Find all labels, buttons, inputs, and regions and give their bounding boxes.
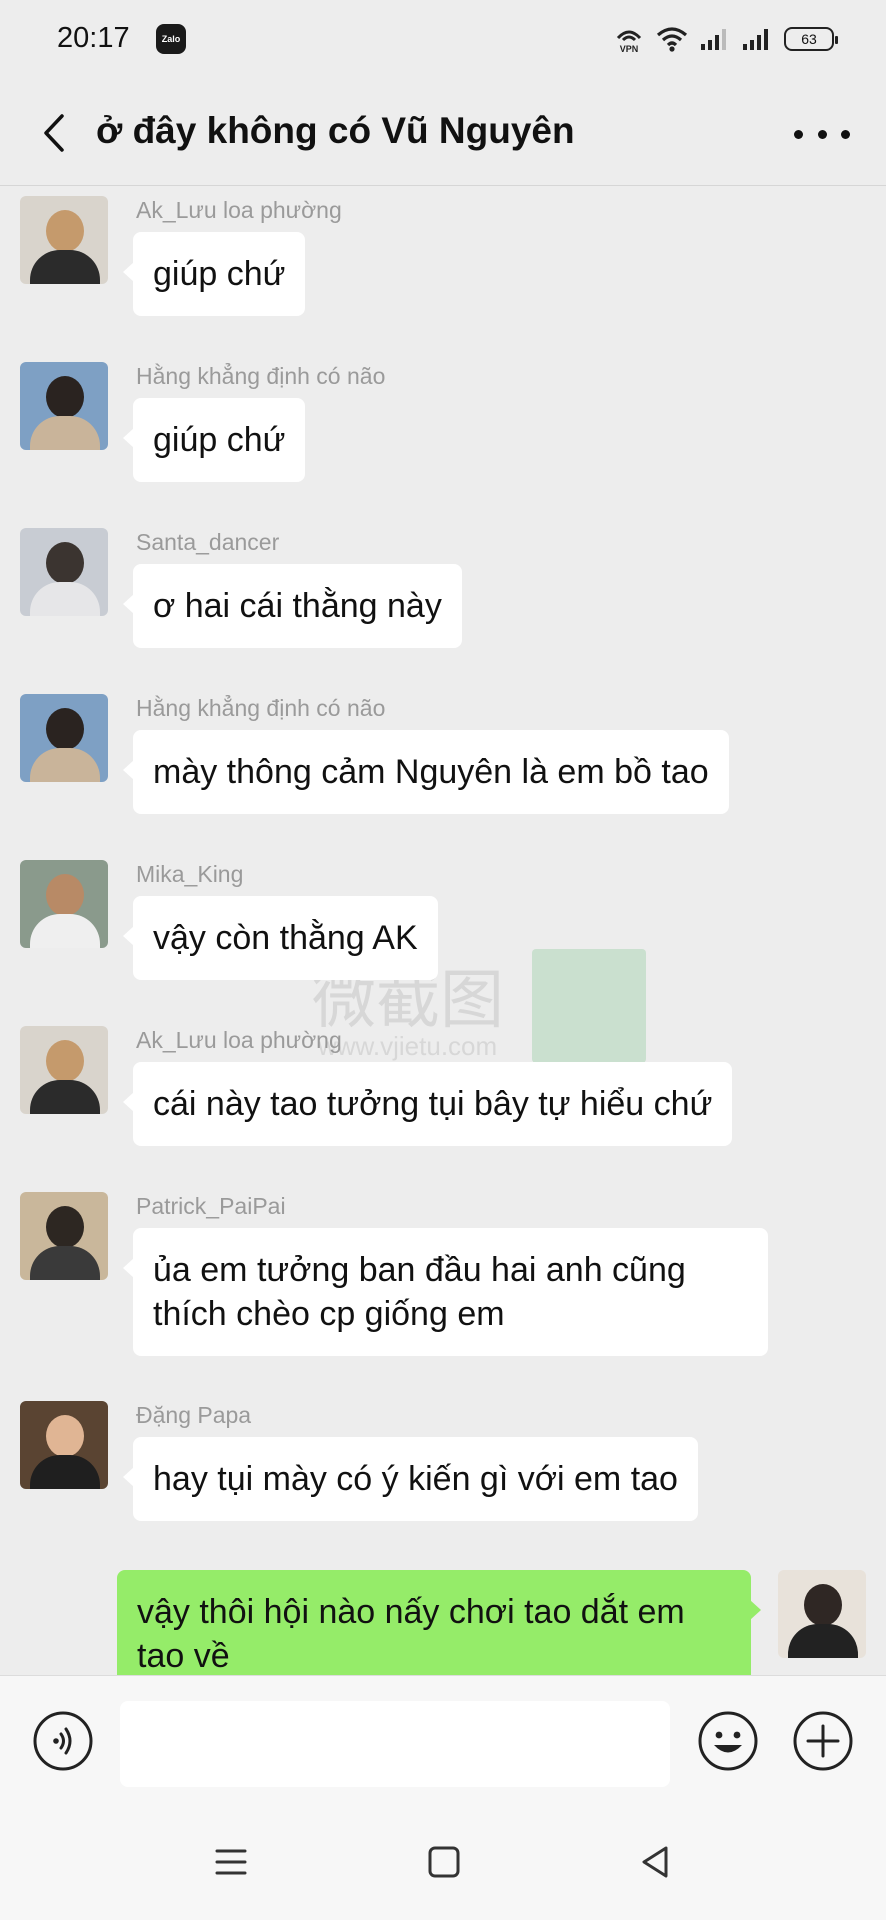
emoji-icon[interactable] [697,1710,759,1772]
own-message-bubble[interactable]: vậy thôi hội nào nấy chơi tao dắt em tao… [117,1570,761,1675]
message-bubble[interactable]: mày thông cảm Nguyên là em bồ tao [123,730,729,814]
message-bubble[interactable]: ủa em tưởng ban đầu hai anh cũng thích c… [123,1228,768,1356]
status-indicators: VPN 63 [614,22,838,56]
input-bar [0,1675,886,1805]
sender-name: Patrick_PaiPai [136,1193,286,1219]
sender-name: Santa_dancer [136,529,280,555]
home-icon[interactable] [420,1841,468,1883]
sender-name: Mika_King [136,861,244,887]
message-bubble[interactable]: cái này tao tưởng tụi bây tự hiểu chứ [122,1062,733,1146]
avatar-hang[interactable] [20,362,108,450]
sender-name: Hằng khẳng định có não [136,695,386,721]
voice-input-icon[interactable] [32,1710,94,1772]
chat-title: ở đây không có Vũ Nguyên [96,110,575,151]
status-bar: 20:17 Zalo VPN 63 [0,0,886,80]
watermark-logo-icon [532,949,646,1063]
avatar-santa[interactable] [20,528,108,616]
message-list[interactable]: 微截图 www.vjietu.com Ak_Lưu loa phường giú… [0,187,886,1675]
avatar-me[interactable] [778,1570,866,1658]
back-arrow-icon[interactable] [36,110,76,156]
sender-name: Đặng Papa [136,1402,252,1428]
avatar-dang[interactable] [20,1401,108,1489]
message-input[interactable] [120,1701,670,1787]
vpn-icon: VPN [616,30,642,54]
message-bubble[interactable]: ơ hai cái thằng này [123,564,462,648]
message-bubble[interactable]: giúp chứ [122,232,306,316]
menu-icon[interactable] [207,1841,255,1883]
battery-level: 63 [801,31,817,47]
back-nav-icon[interactable] [632,1841,680,1883]
zalo-notification-icon: Zalo [156,24,186,54]
add-attachment-icon[interactable] [792,1710,854,1772]
message-bubble[interactable]: giúp chứ [122,398,306,482]
message-bubble[interactable]: hay tụi mày có ý kiến gì với em tao [123,1437,698,1521]
message-bubble[interactable]: vậy còn thằng AK [123,896,438,980]
avatar-hang[interactable] [20,694,108,782]
sender-name: Ak_Lưu loa phường [136,1027,342,1053]
sender-name: Ak_Lưu loa phường [136,197,342,223]
avatar-ak-luu[interactable] [20,1026,108,1114]
svg-text:VPN: VPN [620,44,639,54]
watermark-url: www.vjietu.com [318,1031,498,1061]
signal-icon-2 [743,29,768,50]
sender-name: Hằng khẳng định có não [136,363,386,389]
battery-icon: 63 [784,27,838,51]
avatar-mika[interactable] [20,860,108,948]
signal-icon-1 [701,29,726,50]
status-time: 20:17 [57,22,130,54]
avatar-ak-luu[interactable] [20,196,108,284]
chat-header: ở đây không có Vũ Nguyên [0,80,886,186]
avatar-patrick[interactable] [20,1192,108,1280]
more-options-icon[interactable] [794,114,850,154]
wifi-icon [656,27,688,52]
system-nav-bar [0,1805,886,1920]
